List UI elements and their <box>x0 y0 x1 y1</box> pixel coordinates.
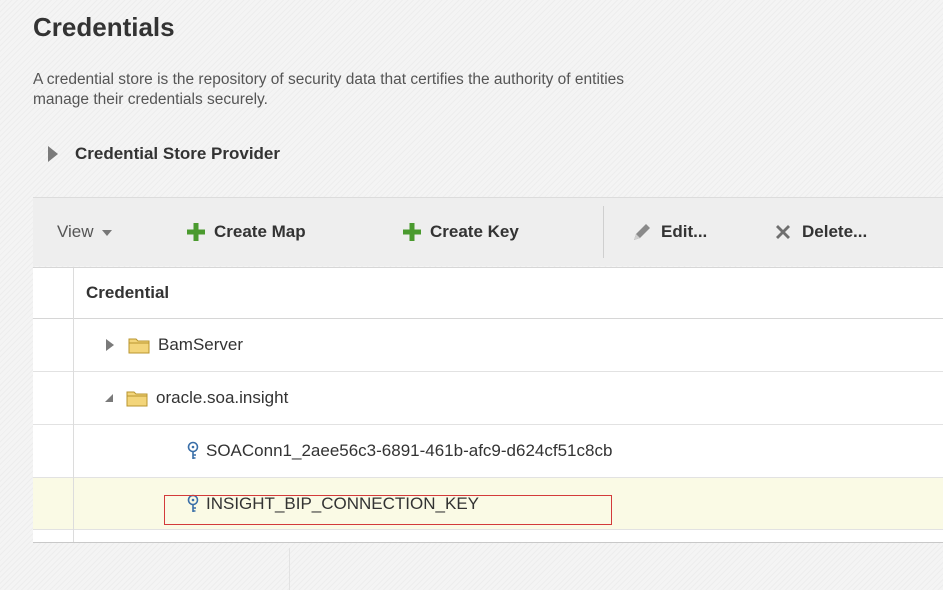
row-header-gutter-divider <box>73 268 74 542</box>
tree-node-label: SOAConn1_2aee56c3-6891-461b-afc9-d624cf5… <box>206 441 613 460</box>
credentials-table: Credential BamServer oracle.soa.insight <box>33 267 943 543</box>
expand-icon[interactable] <box>106 339 114 351</box>
tree-node-label: oracle.soa.insight <box>156 388 289 407</box>
page-description: A credential store is the repository of … <box>33 70 943 110</box>
delete-x-icon <box>776 225 790 239</box>
folder-icon <box>128 338 150 354</box>
page-title: Credentials <box>33 12 175 42</box>
create-key-label: Create Key <box>430 222 519 241</box>
create-map-button[interactable]: Create Map <box>186 198 306 266</box>
disclosure-right-icon <box>48 146 58 162</box>
tree-node-bamserver[interactable]: BamServer <box>106 319 243 371</box>
credential-store-provider-toggle[interactable]: Credential Store Provider <box>48 142 280 166</box>
view-menu-button[interactable]: View <box>57 198 112 266</box>
table-row[interactable]: BamServer <box>33 319 943 372</box>
view-menu-label: View <box>57 222 94 241</box>
edit-button[interactable]: Edit... <box>631 198 707 266</box>
delete-label: Delete... <box>802 222 868 241</box>
folder-icon <box>126 391 148 407</box>
create-key-button[interactable]: Create Key <box>402 198 519 266</box>
toolbar: View Create Map Create Key Edit... Delet… <box>33 198 943 266</box>
create-map-label: Create Map <box>214 222 306 241</box>
delete-button[interactable]: Delete... <box>772 198 867 266</box>
table-row[interactable]: SOAConn1_2aee56c3-6891-461b-afc9-d624cf5… <box>33 425 943 478</box>
chevron-down-icon <box>101 230 112 236</box>
column-header-credential[interactable]: Credential <box>86 268 169 318</box>
tree-node-soaconn1[interactable]: SOAConn1_2aee56c3-6891-461b-afc9-d624cf5… <box>186 425 612 477</box>
tree-node-oracle-soa-insight[interactable]: oracle.soa.insight <box>104 372 288 424</box>
toolbar-separator <box>603 206 604 258</box>
plus-icon <box>187 223 205 241</box>
pencil-icon <box>634 224 650 240</box>
description-line-1: A credential store is the repository of … <box>33 71 625 88</box>
collapse-icon[interactable] <box>104 393 114 403</box>
selection-highlight-box <box>164 495 612 525</box>
key-icon <box>187 441 199 459</box>
table-row[interactable]: oracle.soa.insight <box>33 372 943 425</box>
description-line-2: manage their credentials securely. <box>33 91 268 108</box>
footer-divider <box>289 548 290 590</box>
edit-label: Edit... <box>661 222 708 241</box>
tree-node-label: BamServer <box>158 335 244 354</box>
table-header-row: Credential <box>33 268 943 319</box>
credential-store-provider-label: Credential Store Provider <box>75 144 281 163</box>
plus-icon <box>403 223 421 241</box>
